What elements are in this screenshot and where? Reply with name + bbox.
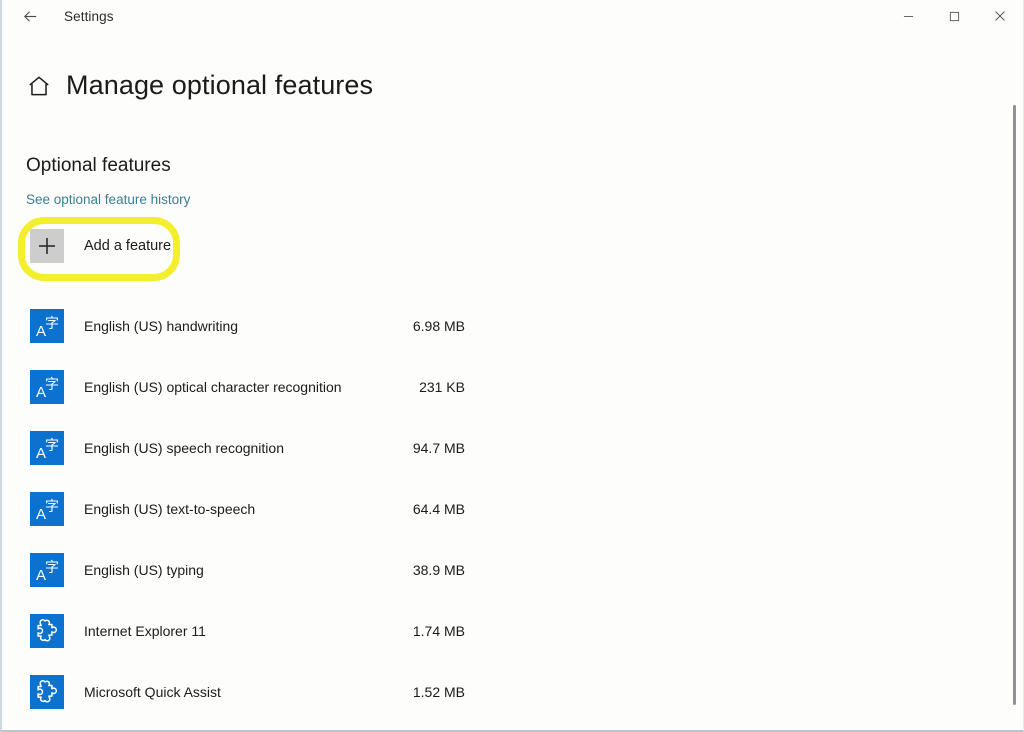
optional-feature-history-link[interactable]: See optional feature history [26,192,190,207]
back-arrow-icon [21,7,40,26]
minimize-icon [903,11,914,22]
feature-name: English (US) text-to-speech [84,501,255,517]
language-pack-icon: A 字 [30,431,64,465]
language-pack-icon: A 字 [30,370,64,404]
feature-name: English (US) handwriting [84,318,238,334]
feature-size: 231 KB [335,379,465,395]
feature-row[interactable]: A 字 English (US) speech recognition 94.7 … [2,417,1023,478]
plus-icon [37,236,57,256]
svg-text:字: 字 [45,316,59,332]
puzzle-piece-icon [30,675,64,709]
feature-name: English (US) typing [84,562,204,578]
feature-name: Internet Explorer 11 [84,623,206,639]
feature-name: English (US) optical character recogniti… [84,379,342,395]
page-body: Manage optional features Optional featur… [2,32,1023,730]
svg-text:字: 字 [45,377,59,393]
section-title: Optional features [26,155,1023,177]
feature-size: 38.9 MB [335,562,465,578]
page-title: Manage optional features [66,72,373,99]
home-icon[interactable] [26,73,52,99]
svg-text:字: 字 [45,438,59,454]
language-pack-icon: A 字 [30,309,64,343]
maximize-button[interactable] [931,0,977,32]
page-header: Manage optional features [2,32,1023,117]
feature-size: 1.74 MB [335,623,465,639]
add-a-feature-label: Add a feature [84,238,171,254]
language-pack-icon: A 字 [30,492,64,526]
add-a-feature-button[interactable]: Add a feature [30,229,171,263]
optional-features-list: A 字 English (US) handwriting 6.98 MB A 字 … [2,295,1023,730]
add-feature-area: Add a feature [2,225,1023,283]
window-title: Settings [64,9,114,24]
close-button[interactable] [977,0,1023,32]
title-bar: Settings [2,0,1023,32]
plus-tile [30,229,64,263]
feature-row[interactable]: A 字 English (US) handwriting 6.98 MB [2,295,1023,356]
feature-size: 1.52 MB [335,684,465,700]
feature-size: 64.4 MB [335,501,465,517]
feature-name: Microsoft Quick Assist [84,684,221,700]
svg-text:字: 字 [45,560,59,576]
scrollbar[interactable] [1011,32,1018,730]
feature-name: English (US) speech recognition [84,440,284,456]
feature-row[interactable]: Microsoft Quick Assist 1.52 MB [2,661,1023,722]
back-button[interactable] [8,1,52,31]
puzzle-piece-icon [30,614,64,648]
minimize-button[interactable] [885,0,931,32]
feature-size: 6.98 MB [335,318,465,334]
feature-row[interactable]: Internet Explorer 11 1.74 MB [2,600,1023,661]
feature-row[interactable]: A 字 English (US) typing 38.9 MB [2,539,1023,600]
settings-window: Settings Manage optional features Option… [0,0,1024,732]
window-controls [885,0,1023,32]
feature-size: 94.7 MB [335,440,465,456]
scrollbar-thumb[interactable] [1013,105,1016,705]
feature-row[interactable]: A 字 English (US) optical character recog… [2,356,1023,417]
svg-text:字: 字 [45,499,59,515]
close-icon [994,10,1006,22]
maximize-icon [949,11,960,22]
language-pack-icon: A 字 [30,553,64,587]
feature-row[interactable]: OpenSSH Client5.70 MB [2,722,1023,730]
feature-row[interactable]: A 字 English (US) text-to-speech 64.4 MB [2,478,1023,539]
